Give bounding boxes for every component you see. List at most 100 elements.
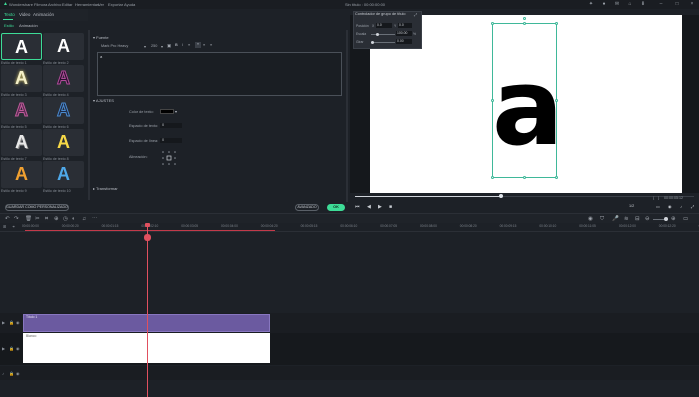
monitor-icon[interactable]: ▭ (656, 204, 660, 209)
tab-texto[interactable]: Texto (4, 12, 15, 17)
resize-handle[interactable] (555, 176, 558, 179)
preset-tile-4[interactable]: A (43, 65, 84, 92)
resize-handle[interactable] (491, 176, 494, 179)
add-track-icon[interactable]: ⊞ (3, 224, 6, 229)
text-input[interactable]: a (97, 52, 342, 96)
escala-slider-knob[interactable] (376, 33, 379, 36)
settings-scrollbar[interactable] (346, 30, 348, 202)
preset-tile-6[interactable]: A (43, 97, 84, 124)
preset-tile-7[interactable]: A (1, 129, 42, 156)
alignment-grid[interactable] (161, 150, 177, 166)
preset-tile-10[interactable]: A (43, 161, 84, 188)
playback-scrubber[interactable] (498, 194, 503, 198)
playhead-head[interactable] (145, 223, 150, 227)
fuente-section[interactable]: ▾ Fuente (93, 35, 109, 40)
fullscreen-icon[interactable]: ⤢ (691, 204, 694, 209)
menu-editar[interactable]: Editar (62, 0, 72, 9)
font-size-select[interactable]: 250 (151, 44, 157, 48)
snapshot-icon[interactable]: ◉ (668, 204, 672, 209)
tab-video[interactable]: Video (19, 12, 30, 17)
escala-slider[interactable] (371, 34, 395, 35)
minimize-icon[interactable]: – (658, 1, 664, 7)
font-select[interactable]: Mark Pro Heavy (101, 44, 128, 48)
lightbulb-icon[interactable]: ✦ (588, 1, 594, 7)
shield-icon[interactable]: ⛉ (600, 216, 604, 223)
fit-icon[interactable]: ▭ (683, 216, 688, 222)
text-color-swatch[interactable] (160, 109, 174, 114)
resize-handle[interactable] (523, 22, 526, 25)
align-left-icon[interactable]: ≡ (188, 43, 190, 47)
ajustes-section[interactable]: ▾ AJUSTES (93, 98, 114, 103)
delete-icon[interactable]: 🗑 (25, 216, 32, 222)
selection-box[interactable] (492, 23, 557, 178)
preset-tile-8[interactable]: A (43, 129, 84, 156)
align-right-icon[interactable]: ≡ (203, 43, 205, 47)
menu-ver[interactable]: Ver (98, 0, 104, 9)
preset-tile-9[interactable]: A (1, 161, 42, 188)
italic-icon[interactable]: I (182, 43, 183, 47)
girar-input[interactable]: 0.00 (396, 39, 412, 44)
resize-handle[interactable] (523, 176, 526, 179)
redo-icon[interactable]: ↷ (14, 216, 19, 222)
ok-button[interactable]: OK (327, 204, 345, 211)
cut-icon[interactable]: ✂ (35, 216, 40, 222)
bold-icon[interactable]: B (175, 43, 178, 47)
subtab-estilo[interactable]: Estilo (4, 23, 14, 28)
more-icon[interactable]: ⋯ (92, 216, 98, 222)
chevron-down-icon[interactable]: ▾ (144, 44, 146, 49)
play-icon[interactable]: ▶ (378, 204, 382, 210)
pos-x-input[interactable]: 0.0 (376, 23, 392, 28)
eye-icon[interactable]: ◉ (16, 320, 20, 325)
download-icon[interactable]: ⬇ (640, 1, 646, 7)
mail-icon[interactable]: ✉ (614, 1, 620, 7)
chevron-down-icon[interactable]: ▾ (175, 109, 177, 114)
undo-icon[interactable]: ↶ (5, 216, 10, 222)
split-icon[interactable]: ⊟ (635, 216, 640, 222)
menu-ayuda[interactable]: Ayuda (124, 0, 135, 9)
close-icon[interactable]: × (689, 1, 695, 7)
link-icon[interactable]: ⚭ (12, 224, 15, 229)
crop-icon[interactable]: ⌗ (45, 216, 48, 223)
stop-icon[interactable]: ■ (389, 204, 392, 210)
lock-icon[interactable]: 🔒 (9, 346, 14, 351)
zoom-select[interactable]: 1/2 (629, 204, 634, 208)
zoom-slider-knob[interactable] (664, 217, 668, 221)
chevron-down-icon[interactable]: ▾ (161, 44, 163, 49)
pos-y-input[interactable]: 0.0 (398, 23, 412, 28)
lock-icon[interactable]: 🔒 (9, 371, 14, 376)
speed-icon[interactable]: ◷ (63, 216, 68, 222)
mute-icon[interactable]: ◉ (16, 371, 20, 376)
zoom-in-icon[interactable]: ⊕ (671, 216, 676, 222)
escala-input[interactable]: 100.00 (396, 31, 412, 36)
menu-archivo[interactable]: Archivo (48, 0, 61, 9)
resize-handle[interactable] (491, 22, 494, 25)
menu-exportar[interactable]: Exportar (108, 0, 123, 9)
work-area-bar[interactable] (25, 230, 275, 231)
align-center-icon[interactable]: ≡ (195, 42, 201, 48)
eye-icon[interactable]: ◉ (16, 346, 20, 351)
rotate-handle[interactable] (523, 17, 526, 20)
lock-icon[interactable]: 🔒 (9, 320, 14, 325)
audio-icon[interactable]: ♫ (82, 216, 86, 222)
subtab-animacion[interactable]: Animación (19, 23, 38, 28)
girar-slider-knob[interactable] (371, 41, 374, 44)
advanced-button[interactable]: AVANZADO (295, 204, 319, 211)
cart-icon[interactable]: ⌂ (627, 1, 633, 7)
girar-slider[interactable] (371, 42, 395, 43)
resize-handle[interactable] (491, 99, 494, 102)
espacio-linea-input[interactable]: 0 (160, 138, 182, 143)
preset-tile-3[interactable]: A (1, 65, 42, 92)
skip-back-icon[interactable]: ⏮ (355, 204, 360, 210)
text-color-icon[interactable]: ▣ (167, 43, 171, 49)
espacio-texto-input[interactable]: 0 (160, 123, 182, 128)
render-icon[interactable]: ◉ (588, 216, 593, 222)
preset-tile-2[interactable]: A (43, 33, 84, 60)
step-back-icon[interactable]: ◀ (367, 204, 371, 210)
playhead-marker[interactable] (144, 234, 151, 241)
menu-herramientas[interactable]: Herramientas (75, 0, 99, 9)
zoom-icon[interactable]: ⊕ (54, 216, 59, 222)
color-icon[interactable]: ◐ (72, 216, 75, 222)
tab-animacion[interactable]: Animación (33, 12, 54, 17)
volume-icon[interactable]: ♪ (680, 204, 682, 209)
voiceover-icon[interactable]: ≋ (624, 216, 629, 222)
